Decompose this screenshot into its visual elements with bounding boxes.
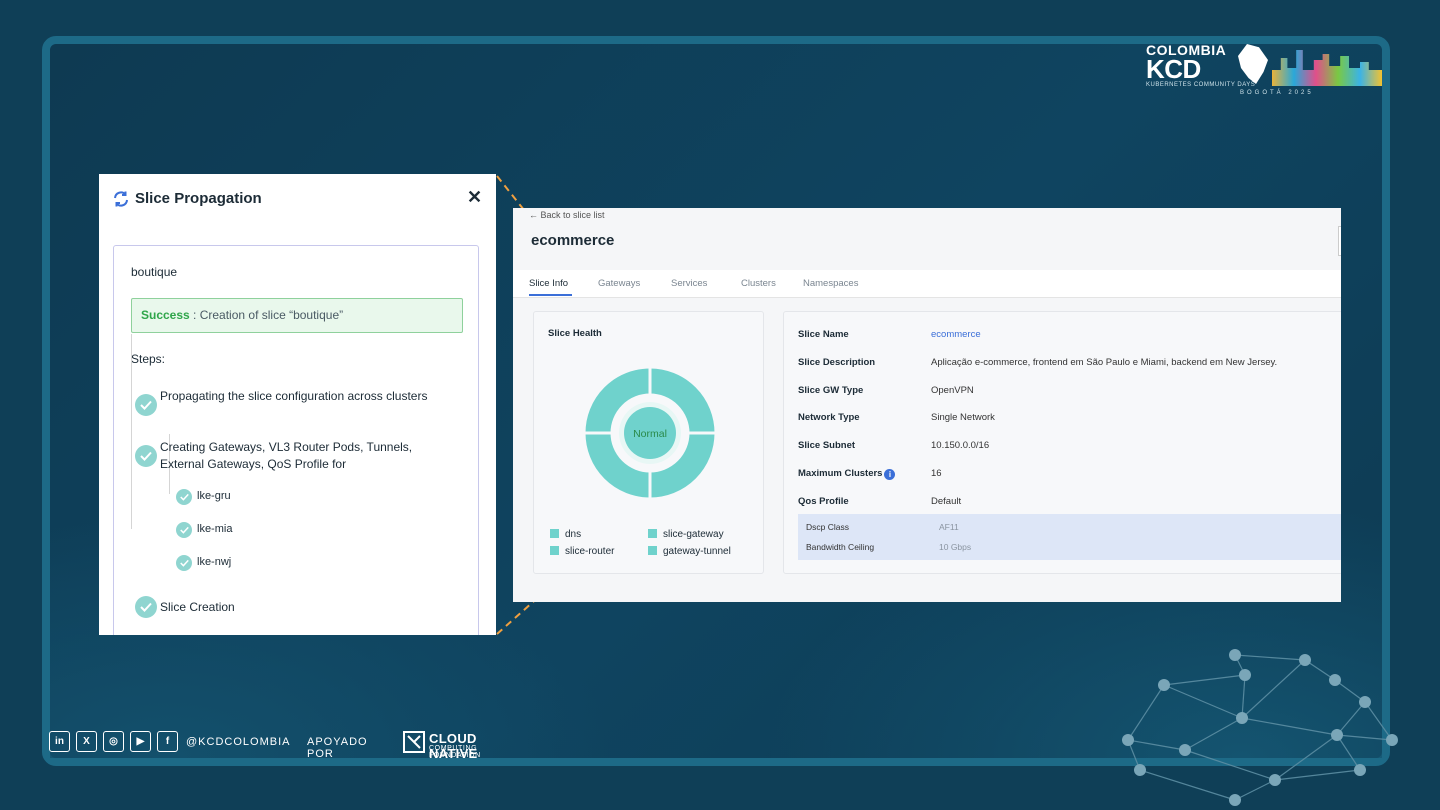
legend-swatch [550, 529, 559, 538]
cluster-item: lke-mia [197, 523, 233, 535]
steps-label: Steps: [131, 352, 166, 366]
legend-label: gateway-tunnel [663, 546, 731, 557]
tab-slice-info[interactable]: Slice Info [529, 278, 568, 289]
sync-icon [114, 191, 128, 207]
field-value: Aplicação e-commerce, frontend em São Pa… [931, 357, 1278, 368]
field-label: Qos Profile [798, 496, 849, 507]
legend-item: slice-gateway [648, 529, 724, 540]
field-value: Single Network [931, 412, 995, 423]
instagram-icon[interactable]: ◎ [103, 731, 124, 752]
cncf-subtitle: COMPUTING FOUNDATION [429, 745, 481, 759]
cluster-item: lke-nwj [197, 556, 232, 568]
logo-kcd: KCD [1146, 54, 1201, 84]
panel-title: Slice Propagation [135, 190, 262, 207]
x-icon[interactable]: X [76, 731, 97, 752]
slice-health-card: Slice Health Normal dns slice-gateway sl… [533, 311, 764, 574]
health-status: Normal [633, 428, 667, 440]
tab-namespaces[interactable]: Namespaces [803, 278, 858, 289]
step-complete-icon [135, 596, 157, 618]
logo-tagline: KUBERNETES COMMUNITY DAYS [1146, 82, 1256, 88]
header-button[interactable] [1338, 226, 1341, 256]
steps-timeline [131, 334, 132, 529]
field-label: Slice Description [798, 357, 876, 368]
slice-name-value[interactable]: ecommerce [931, 329, 981, 340]
field-value: OpenVPN [931, 385, 974, 396]
legend-swatch [550, 546, 559, 555]
supported-by-label: APOYADO POR [307, 736, 368, 760]
cluster-complete-icon [176, 522, 192, 538]
field-label: Network Type [798, 412, 860, 423]
legend-label: dns [565, 529, 582, 540]
field-label: Slice GW Type [798, 385, 864, 396]
facebook-icon[interactable]: f [157, 731, 178, 752]
cluster-complete-icon [176, 489, 192, 505]
back-link[interactable]: ← Back to slice list [529, 210, 605, 220]
qos-details: Dscp Class AF11 Bandwidth Ceiling 10 Gbp… [798, 514, 1341, 560]
colombia-map-icon [1238, 44, 1268, 84]
field-value: 10.150.0.0/16 [931, 440, 990, 451]
qos-value: 10 Gbps [939, 542, 972, 552]
tab-clusters[interactable]: Clusters [741, 278, 776, 289]
cluster-item: lke-gru [197, 490, 231, 502]
slice-propagation-panel: Slice Propagation ✕ boutique Success : C… [99, 174, 496, 635]
cncf-logo-icon [403, 731, 425, 753]
legend-item: gateway-tunnel [648, 546, 731, 557]
field-value: Default [931, 496, 962, 507]
social-handle: @KCDCOLOMBIA [186, 736, 291, 748]
tab-bar: Slice Info Gateways Services Clusters Na… [513, 270, 1341, 298]
step-creating-gateways: Creating Gateways, VL3 Router Pods, Tunn… [160, 440, 413, 471]
field-label: Slice Name [798, 329, 849, 340]
tab-gateways[interactable]: Gateways [598, 278, 640, 289]
health-donut-chart: Normal [585, 368, 715, 498]
qos-label: Dscp Class [806, 522, 849, 532]
success-label: Success [141, 308, 190, 322]
slice-info-card: Slice Name ecommerce Slice Description A… [783, 311, 1341, 574]
step-complete-icon [135, 445, 157, 467]
step-propagating: Propagating the slice configuration acro… [160, 389, 428, 403]
qos-value: AF11 [939, 522, 959, 532]
success-banner: Success : Creation of slice “boutique” [131, 298, 463, 333]
back-link-label: Back to slice list [540, 210, 605, 220]
logo-city: BOGOTÁ 2025 [1240, 90, 1314, 96]
field-label: Slice Subnet [798, 440, 856, 451]
legend-item: dns [550, 529, 581, 540]
close-icon[interactable]: ✕ [467, 187, 482, 208]
legend-label: slice-gateway [663, 529, 724, 540]
field-label-with-info: Maximum Clusters i [798, 468, 896, 480]
slice-name: boutique [131, 265, 178, 279]
legend-item: slice-router [550, 546, 614, 557]
slice-detail-view: ← Back to slice list ecommerce Slice Inf… [513, 208, 1341, 602]
info-icon[interactable]: i [884, 469, 896, 480]
active-tab-indicator [529, 294, 572, 296]
cluster-complete-icon [176, 555, 192, 571]
page-title: ecommerce [531, 232, 615, 249]
legend-swatch [648, 529, 657, 538]
health-title: Slice Health [548, 328, 602, 339]
step-slice-creation: Slice Creation [160, 600, 235, 614]
success-text: : Creation of slice “boutique” [189, 308, 344, 322]
legend-label: slice-router [565, 546, 615, 557]
legend-swatch [648, 546, 657, 555]
linkedin-icon[interactable]: in [49, 731, 70, 752]
city-skyline-icon [1272, 50, 1382, 86]
youtube-icon[interactable]: ▶ [130, 731, 151, 752]
field-value: 16 [931, 468, 942, 479]
kcd-colombia-logo: COLOMBIA KCD KUBERNETES COMMUNITY DAYS B… [1146, 42, 1382, 98]
step-complete-icon [135, 394, 157, 416]
field-label: Maximum Clusters [798, 468, 883, 479]
tab-services[interactable]: Services [671, 278, 707, 289]
qos-label: Bandwidth Ceiling [806, 542, 875, 552]
network-graphic [1122, 649, 1398, 806]
